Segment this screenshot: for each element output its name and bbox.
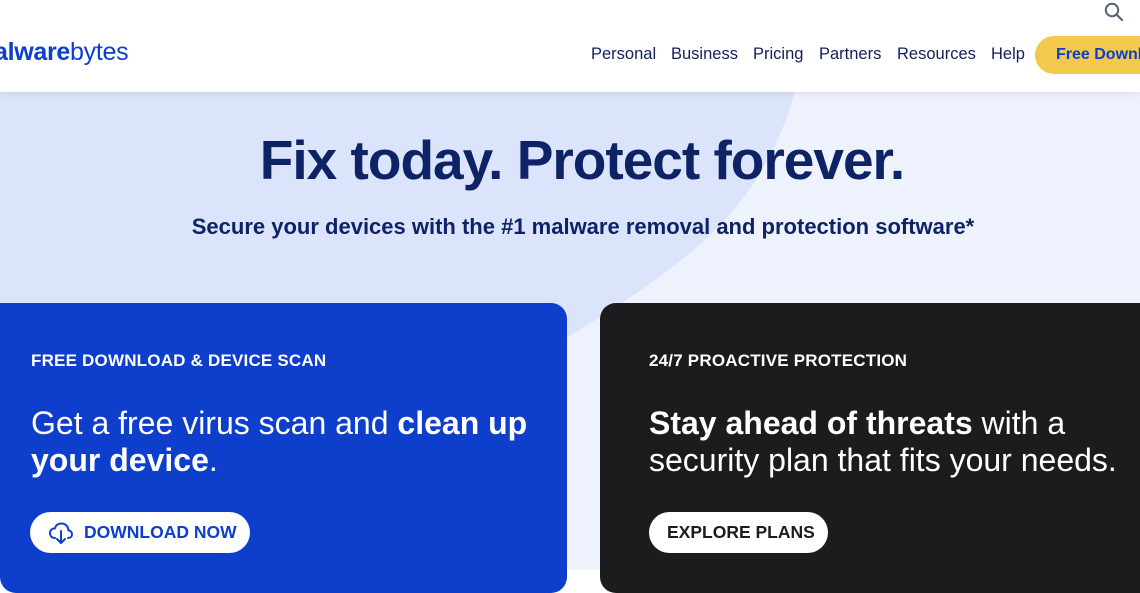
card-eyebrow: 24/7 PROACTIVE PROTECTION bbox=[649, 351, 908, 370]
site-header: alwarebytes Personal Business Pricing Pa… bbox=[0, 0, 1140, 92]
card-heading-bold: Stay ahead of threats bbox=[649, 405, 973, 441]
nav-item-pricing[interactable]: Pricing bbox=[753, 45, 803, 64]
nav-item-business[interactable]: Business bbox=[671, 45, 738, 64]
logo-light-text: bytes bbox=[70, 38, 129, 66]
card-heading: Stay ahead of threats with a security pl… bbox=[649, 405, 1139, 479]
download-cloud-icon bbox=[48, 522, 74, 544]
free-scan-card: FREE DOWNLOAD & DEVICE SCAN Get a free v… bbox=[0, 303, 567, 593]
card-heading-end: . bbox=[208, 442, 218, 478]
nav-item-help[interactable]: Help bbox=[991, 45, 1025, 64]
download-now-label: DOWNLOAD NOW bbox=[84, 522, 237, 542]
search-icon[interactable] bbox=[1104, 2, 1124, 22]
hero-title: Fix today. Protect forever. bbox=[259, 129, 905, 191]
malwarebytes-logo[interactable]: alwarebytes bbox=[0, 38, 129, 67]
card-heading-text: Get a free virus scan and bbox=[31, 405, 398, 441]
card-heading: Get a free virus scan and clean up your … bbox=[31, 405, 551, 479]
hero-subtitle: Secure your devices with the #1 malware … bbox=[191, 214, 975, 239]
card-eyebrow: FREE DOWNLOAD & DEVICE SCAN bbox=[31, 351, 327, 370]
nav-item-partners[interactable]: Partners bbox=[819, 45, 881, 64]
nav-item-resources[interactable]: Resources bbox=[897, 45, 976, 64]
protection-card: 24/7 PROACTIVE PROTECTION Stay ahead of … bbox=[600, 303, 1140, 593]
free-download-button[interactable]: Free Download bbox=[1035, 36, 1140, 74]
nav-item-personal[interactable]: Personal bbox=[591, 45, 656, 64]
logo-strong-text: alware bbox=[0, 38, 71, 66]
explore-plans-button[interactable]: EXPLORE PLANS bbox=[649, 512, 828, 553]
download-now-button[interactable]: DOWNLOAD NOW bbox=[30, 512, 250, 553]
